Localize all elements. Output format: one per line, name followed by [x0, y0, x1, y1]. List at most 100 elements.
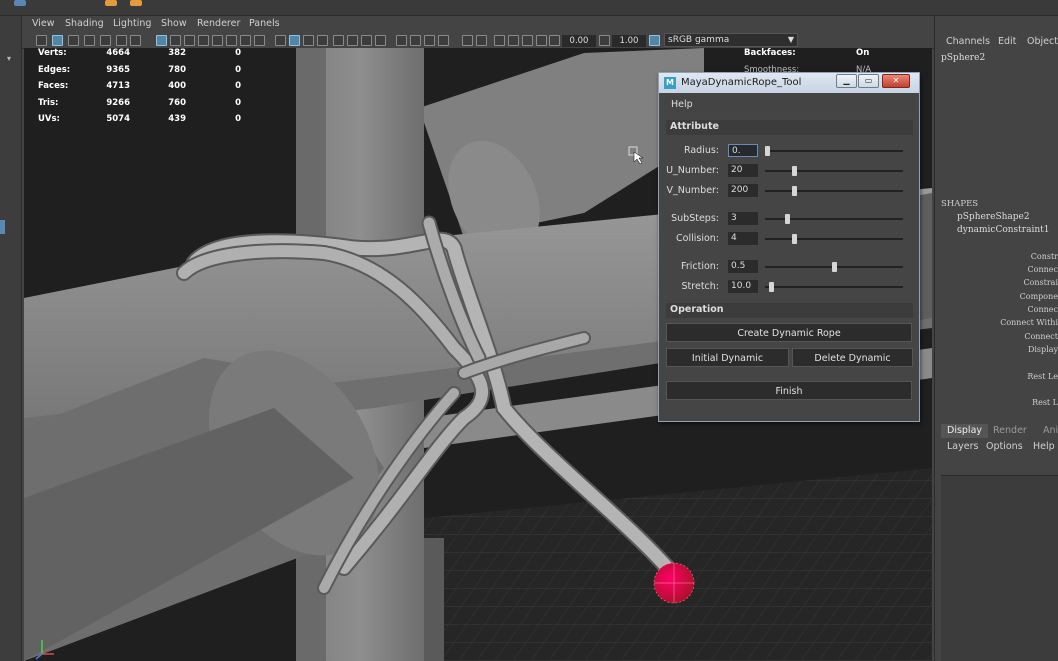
- motion-blur-icon[interactable]: [375, 35, 386, 46]
- slider-handle[interactable]: [765, 146, 770, 156]
- menu-panels[interactable]: Panels: [249, 18, 280, 29]
- shape-node[interactable]: dynamicConstraint1: [957, 225, 1049, 235]
- close-icon[interactable]: ✕: [882, 74, 910, 88]
- bookmark-icon[interactable]: [68, 35, 79, 46]
- frame-selected-icon[interactable]: [508, 35, 519, 46]
- selected-node-name[interactable]: pSphere2: [941, 53, 985, 63]
- xray-icon[interactable]: [410, 35, 421, 46]
- attribute-label[interactable]: Connect Withi: [1000, 318, 1058, 327]
- layer-list[interactable]: [941, 475, 1058, 661]
- safe-action-icon[interactable]: [226, 35, 237, 46]
- attribute-label[interactable]: Constrai: [1023, 278, 1058, 287]
- stretch-field[interactable]: 10.0: [728, 280, 758, 293]
- slider-handle[interactable]: [785, 214, 790, 224]
- menu-layers[interactable]: Layers: [947, 441, 978, 452]
- initial-dynamic-button[interactable]: Initial Dynamic: [666, 348, 789, 367]
- stretch-slider[interactable]: [765, 282, 903, 292]
- operation-section-header[interactable]: Operation: [666, 303, 913, 318]
- create-dynamic-rope-button[interactable]: Create Dynamic Rope: [666, 323, 912, 342]
- shadows-icon[interactable]: [347, 35, 358, 46]
- safe-title-icon[interactable]: [240, 35, 251, 46]
- slider-handle[interactable]: [792, 186, 797, 196]
- gamma-icon[interactable]: [599, 35, 610, 46]
- isolate-select-icon[interactable]: [396, 35, 407, 46]
- grid-toggle-icon[interactable]: [462, 35, 473, 46]
- finish-button[interactable]: Finish: [666, 381, 912, 400]
- ambient-occlusion-icon[interactable]: [361, 35, 372, 46]
- tab-render[interactable]: Render: [987, 424, 1033, 438]
- attribute-label[interactable]: Connec: [1028, 265, 1058, 274]
- menu-show[interactable]: Show: [161, 18, 187, 29]
- shelf-icon[interactable]: [105, 0, 117, 6]
- tool-icon[interactable]: [130, 35, 141, 46]
- attribute-label[interactable]: Display: [1028, 345, 1058, 354]
- resolution-gate-icon[interactable]: [184, 35, 195, 46]
- attribute-label[interactable]: Connect: [1024, 332, 1058, 341]
- tool-icon[interactable]: [116, 35, 127, 46]
- text-icon[interactable]: [254, 35, 265, 46]
- tab-display[interactable]: Display: [941, 424, 989, 438]
- camera-attributes-icon[interactable]: [52, 35, 63, 46]
- menu-edit[interactable]: Edit: [998, 36, 1016, 47]
- shelf-icon[interactable]: [14, 0, 26, 6]
- image-plane-icon[interactable]: [84, 35, 95, 46]
- delete-dynamic-button[interactable]: Delete Dynamic: [792, 348, 913, 367]
- collision-field[interactable]: 4: [728, 232, 758, 245]
- menu-help[interactable]: Help: [671, 99, 693, 110]
- xray-joints-icon[interactable]: [424, 35, 435, 46]
- collision-slider[interactable]: [765, 234, 903, 244]
- default-material-icon[interactable]: [303, 35, 314, 46]
- attribute-label[interactable]: Compone: [1020, 292, 1058, 301]
- gate-mask-icon[interactable]: [198, 35, 209, 46]
- camera-select-icon[interactable]: [36, 35, 47, 46]
- menu-help[interactable]: Help: [1033, 441, 1055, 452]
- v-number-slider[interactable]: [765, 186, 903, 196]
- attribute-section-header[interactable]: Attribute: [666, 120, 913, 135]
- wireframe-icon[interactable]: [275, 35, 286, 46]
- backface-icon[interactable]: [438, 35, 449, 46]
- gate-icon[interactable]: [536, 35, 547, 46]
- slider-handle[interactable]: [792, 234, 797, 244]
- maximize-icon[interactable]: ▭: [858, 74, 879, 88]
- texture-icon[interactable]: [317, 35, 328, 46]
- constraint-sphere[interactable]: [653, 562, 695, 604]
- menu-options[interactable]: Options: [986, 441, 1023, 452]
- slider-handle[interactable]: [769, 282, 774, 292]
- u-number-slider[interactable]: [765, 166, 903, 176]
- friction-slider[interactable]: [765, 262, 903, 272]
- attribute-label[interactable]: Constr: [1031, 252, 1058, 261]
- pivot-icon[interactable]: [476, 35, 487, 46]
- color-management-icon[interactable]: [649, 35, 660, 46]
- window-titlebar[interactable]: M MayaDynamicRope_Tool ▁ ▭ ✕: [659, 73, 919, 93]
- shape-node[interactable]: pSphereShape2: [957, 212, 1030, 222]
- tab-anim[interactable]: Anim: [1037, 424, 1058, 438]
- v-number-field[interactable]: 200: [728, 184, 758, 197]
- lights-icon[interactable]: [333, 35, 344, 46]
- menu-lighting[interactable]: Lighting: [113, 18, 151, 29]
- menu-renderer[interactable]: Renderer: [197, 18, 240, 29]
- slider-handle[interactable]: [792, 166, 797, 176]
- menu-channels[interactable]: Channels: [946, 36, 990, 47]
- substeps-field[interactable]: 3: [728, 212, 758, 225]
- exposure-icon[interactable]: [549, 35, 560, 46]
- exposure-field[interactable]: 0.00: [562, 35, 596, 47]
- grid-icon[interactable]: [156, 35, 167, 46]
- smooth-shade-icon[interactable]: [289, 35, 300, 46]
- chevron-down-icon[interactable]: ▾: [3, 54, 15, 64]
- friction-field[interactable]: 0.5: [728, 260, 758, 273]
- slider-handle[interactable]: [832, 262, 837, 272]
- menu-shading[interactable]: Shading: [65, 18, 104, 29]
- shelf-icon[interactable]: [130, 0, 142, 6]
- substeps-slider[interactable]: [765, 214, 903, 224]
- minimize-icon[interactable]: ▁: [836, 74, 857, 88]
- color-space-dropdown[interactable]: sRGB gamma ▼: [664, 33, 798, 47]
- pencil-icon[interactable]: [100, 35, 111, 46]
- gamma-field[interactable]: 1.00: [612, 35, 646, 47]
- attribute-label[interactable]: Rest Le: [1027, 372, 1058, 381]
- radius-slider[interactable]: [765, 146, 903, 156]
- camera-lock-icon[interactable]: [522, 35, 533, 46]
- menu-view[interactable]: View: [32, 18, 55, 29]
- film-gate-icon[interactable]: [170, 35, 181, 46]
- radius-field[interactable]: 0.: [728, 144, 758, 157]
- frame-all-icon[interactable]: [494, 35, 505, 46]
